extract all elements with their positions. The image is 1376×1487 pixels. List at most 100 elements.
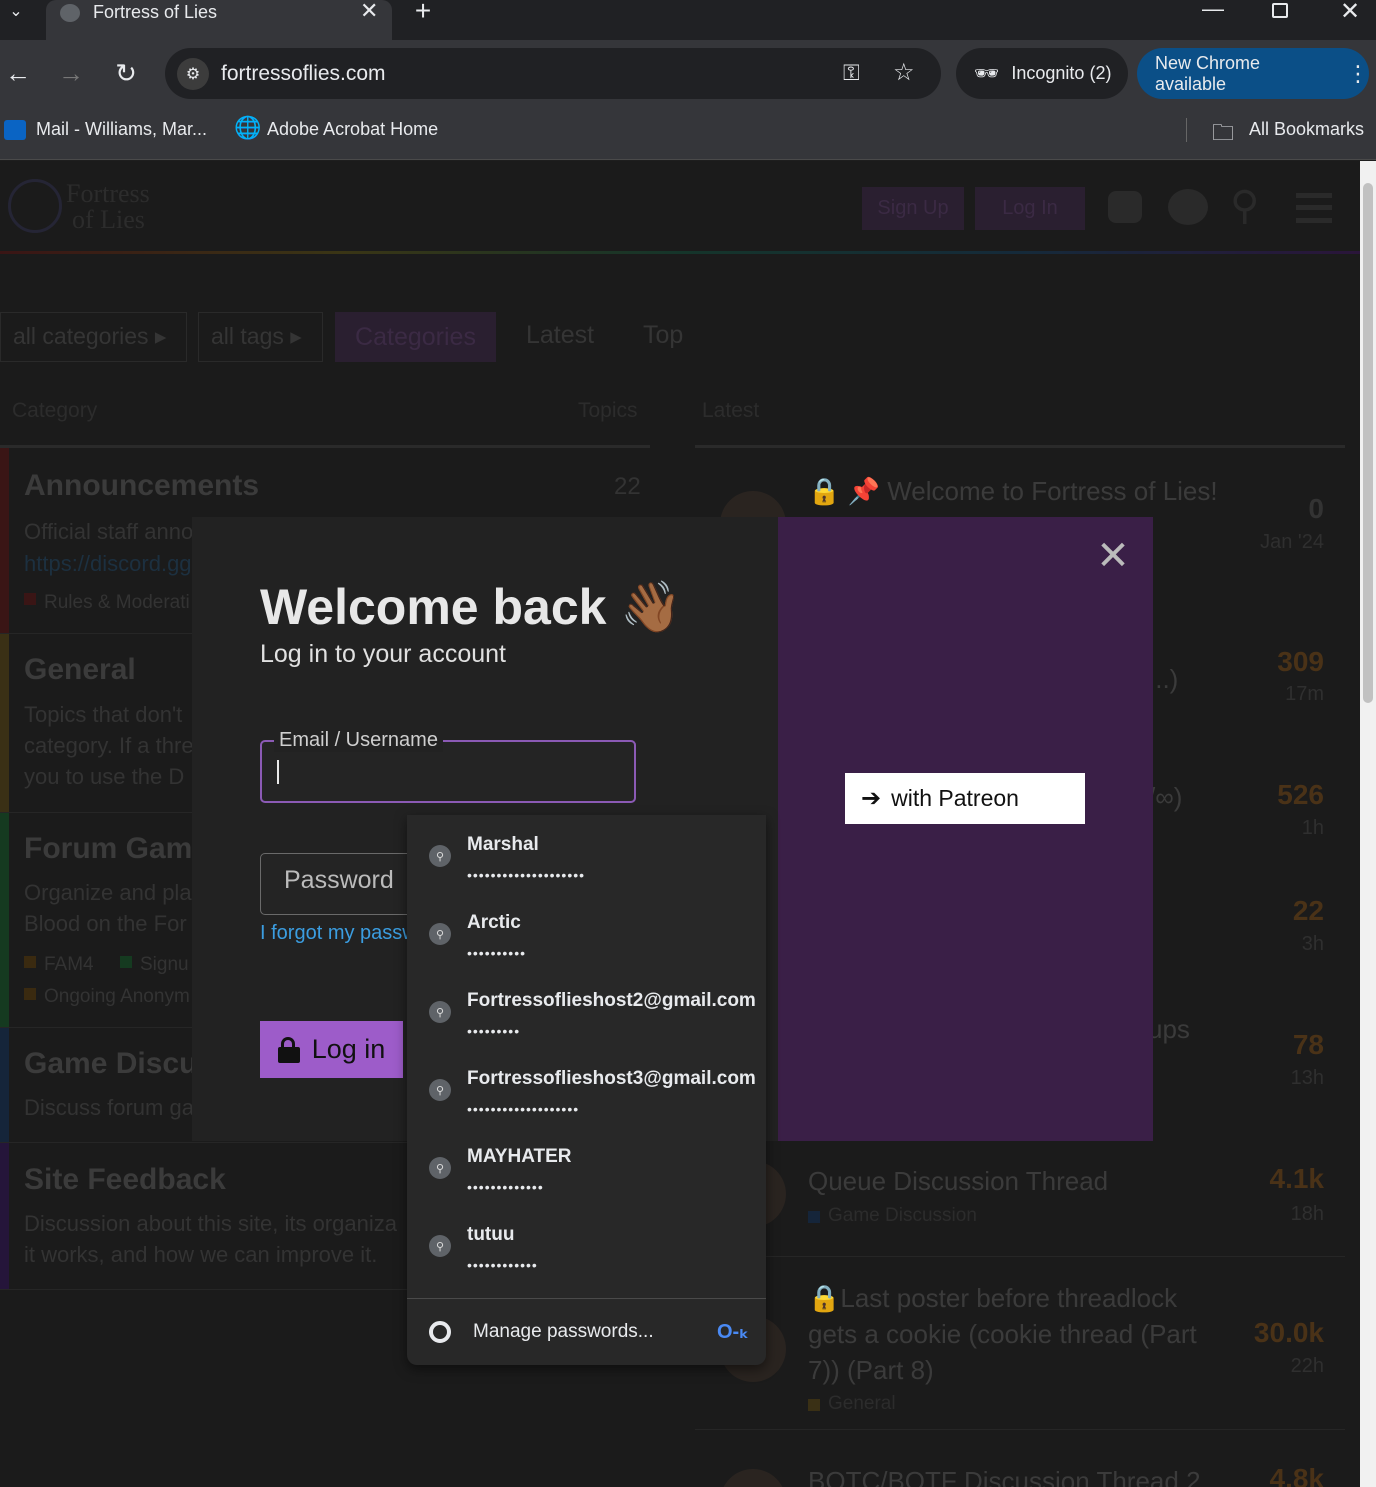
category-desc: Discuss forum ga — [24, 1095, 194, 1120]
latest-reply-count: 0 — [1308, 493, 1324, 524]
search-icon[interactable]: ⚲ — [1230, 183, 1259, 229]
bookmarks-bar: Mail - Williams, Mar... 🌐 Adobe Acrobat … — [0, 108, 1376, 160]
new-chrome-available-button[interactable]: New Chrome available ⋮ — [1137, 48, 1369, 99]
tab-categories[interactable]: Categories — [335, 312, 496, 362]
discord-icon[interactable] — [1108, 191, 1142, 223]
autofill-suggestion[interactable]: ⚲ Arctic •••••••••• — [407, 893, 766, 971]
tab-top[interactable]: Top — [643, 321, 683, 350]
category-color-bar — [0, 1143, 9, 1289]
all-tags-dropdown[interactable]: all tags ▸ — [198, 312, 323, 362]
latest-topic-category[interactable]: General — [828, 1393, 896, 1415]
patreon-icon[interactable] — [1168, 189, 1208, 225]
subcategory-square — [24, 988, 36, 1000]
modal-title: Welcome back 👋🏾 — [260, 578, 683, 637]
autofill-username: Fortressoflieshost2@gmail.com — [467, 990, 756, 1011]
subcategory[interactable]: Signu — [140, 949, 189, 980]
bookmark-mail[interactable]: Mail - Williams, Mar... — [36, 119, 207, 140]
forgot-password-link[interactable]: I forgot my passw — [260, 922, 408, 945]
google-password-manager-key-icon: O-ₖ — [717, 1321, 749, 1343]
autofill-masked-password: •••••••••••• — [467, 1257, 538, 1273]
tab-close-icon[interactable]: ✕ — [360, 0, 378, 24]
latest-topic-title[interactable]: /∞) — [1148, 779, 1182, 815]
latest-activity-time: Jan '24 — [1260, 531, 1324, 553]
site-favicon-icon: ⚲ — [429, 1235, 451, 1257]
category-desc: Official staff anno — [24, 519, 194, 544]
bookmark-adobe[interactable]: Adobe Acrobat Home — [267, 119, 438, 140]
category-title[interactable]: Announcements — [24, 469, 259, 503]
latest-activity-time: 3h — [1301, 933, 1324, 955]
modal-title-text: Welcome back — [260, 579, 607, 635]
latest-topic-title[interactable]: Queue Discussion Thread — [808, 1163, 1108, 1199]
page-scrollbar[interactable] — [1360, 161, 1376, 1487]
scrollbar-thumb[interactable] — [1363, 183, 1373, 703]
signup-button[interactable]: Sign Up — [862, 187, 964, 230]
autofill-suggestion[interactable]: ⚲ Fortressoflieshost2@gmail.com ••••••••… — [407, 971, 766, 1049]
category-title[interactable]: Forum Gam — [24, 832, 192, 866]
email-username-label: Email / Username — [274, 729, 443, 752]
browser-toolbar: ← → ↻ ⚙ fortressoflies.com ⚿ ☆ 🕶 Incogni… — [0, 40, 1376, 108]
forward-icon[interactable]: → — [57, 58, 85, 88]
latest-topic-category[interactable]: Game Discussion — [828, 1205, 977, 1227]
autofill-suggestion[interactable]: ⚲ tutuu •••••••••••• — [407, 1205, 766, 1283]
address-bar[interactable]: ⚙ fortressoflies.com ⚿ ☆ — [165, 48, 941, 99]
latest-activity-time: 13h — [1290, 1067, 1324, 1089]
latest-topic-title[interactable]: BOTC/BOTF Discussion Thread 2 — [808, 1463, 1201, 1487]
window-close-icon[interactable]: ✕ — [1336, 0, 1364, 26]
subcategory[interactable]: Rules & Moderati — [44, 587, 190, 618]
autofill-username: MAYHATER — [467, 1146, 572, 1167]
password-key-icon[interactable]: ⚿ — [843, 60, 860, 86]
subcategory[interactable]: Ongoing Anonym — [44, 981, 190, 1012]
autofill-username: Marshal — [467, 834, 539, 855]
back-icon[interactable]: ← — [4, 58, 32, 88]
minimize-icon[interactable]: — — [1200, 0, 1226, 24]
latest-topic-title[interactable]: 🔒Last poster before threadlock gets a co… — [808, 1280, 1208, 1388]
maximize-icon[interactable] — [1272, 3, 1288, 18]
manage-passwords-item[interactable]: Manage passwords... O-ₖ — [407, 1299, 766, 1365]
bookmark-star-icon[interactable]: ☆ — [893, 58, 915, 87]
login-submit-button[interactable]: Log in — [260, 1021, 403, 1078]
tab-search-chevron-icon[interactable]: ⌄ — [4, 0, 28, 22]
latest-activity-time: 1h — [1301, 817, 1324, 839]
tab-fortress-of-lies[interactable]: Fortress of Lies ✕ — [46, 0, 392, 40]
all-bookmarks[interactable]: All Bookmarks — [1249, 119, 1364, 140]
password-placeholder: Password — [284, 866, 394, 894]
site-logo-icon[interactable] — [8, 179, 62, 233]
site-favicon-icon: ⚲ — [429, 1157, 451, 1179]
all-categories-dropdown[interactable]: all categories ▸ — [0, 312, 187, 362]
row-divider — [695, 1256, 1345, 1257]
tab-latest[interactable]: Latest — [526, 321, 594, 350]
autofill-masked-password: •••••••••••••••••••• — [467, 867, 586, 883]
subcategory[interactable]: FAM4 — [44, 949, 94, 980]
reload-icon[interactable]: ↻ — [112, 58, 140, 88]
latest-topic-title[interactable]: 🔒 📌 Welcome to Fortress of Lies! — [808, 473, 1218, 509]
category-title[interactable]: Site Feedback — [24, 1163, 226, 1197]
new-tab-icon[interactable]: + — [410, 0, 436, 26]
menu-kebab-icon[interactable]: ⋮ — [1347, 61, 1369, 87]
header-latest: Latest — [702, 399, 760, 422]
login-with-patreon-button[interactable]: ➔ with Patreon — [845, 773, 1085, 824]
subcategory-square — [808, 1399, 820, 1411]
incognito-indicator[interactable]: 🕶 Incognito (2) — [956, 48, 1128, 99]
autofill-suggestion[interactable]: ⚲ MAYHATER ••••••••••••• — [407, 1127, 766, 1205]
login-header-button[interactable]: Log In — [975, 187, 1085, 230]
text-caret — [277, 760, 279, 784]
latest-activity-time: 17m — [1285, 683, 1324, 705]
autofill-suggestion[interactable]: ⚲ Marshal •••••••••••••••••••• — [407, 815, 766, 893]
category-color-bar — [0, 1028, 9, 1142]
site-info-icon[interactable]: ⚙ — [177, 58, 209, 90]
avatar[interactable] — [720, 1469, 786, 1487]
site-favicon-icon: ⚲ — [429, 845, 451, 867]
latest-reply-count: 4.8k — [1269, 1463, 1325, 1487]
latest-topic-title-text: Welcome to Fortress of Lies! — [887, 476, 1218, 506]
url-text[interactable]: fortressoflies.com — [221, 62, 386, 86]
logo-line2: of Lies — [72, 205, 145, 234]
login-modal-side-panel — [778, 517, 1153, 1141]
hamburger-menu-icon[interactable] — [1296, 193, 1332, 223]
latest-topic-title[interactable]: ups — [1148, 1011, 1190, 1047]
modal-close-icon[interactable]: ✕ — [1096, 534, 1130, 578]
autofill-suggestion[interactable]: ⚲ Fortressoflieshost3@gmail.com ••••••••… — [407, 1049, 766, 1127]
category-title[interactable]: General — [24, 653, 136, 687]
favicon-icon — [60, 4, 80, 22]
category-title[interactable]: Game Discu — [24, 1047, 197, 1081]
category-link[interactable]: https://discord.gg — [24, 548, 192, 579]
